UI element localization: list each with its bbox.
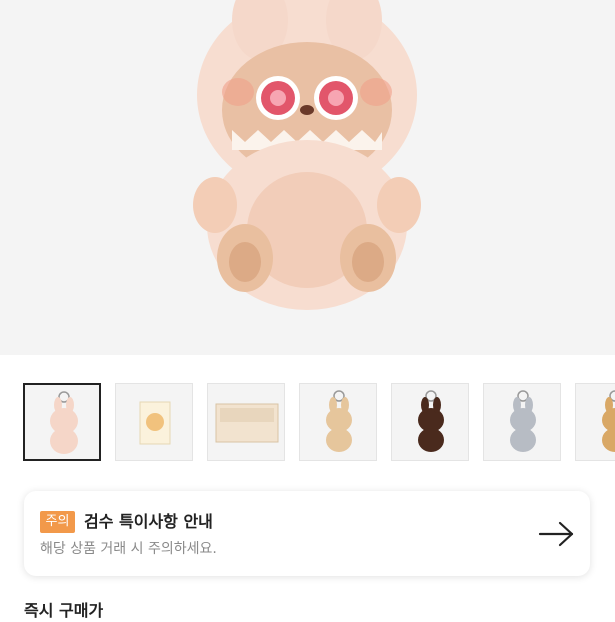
thumbnail-strip — [0, 383, 615, 465]
thumbnail-2[interactable] — [115, 383, 193, 461]
thumbnail-7[interactable] — [575, 383, 615, 461]
brown-plush-keychain-icon — [418, 390, 444, 452]
display-box-set-icon — [215, 403, 279, 443]
blind-box-package-icon — [139, 401, 171, 445]
product-main-image[interactable] — [0, 0, 615, 355]
notice-title: 검수 특이사항 안내 — [84, 512, 213, 531]
thumbnail-6[interactable] — [483, 383, 561, 461]
notice-subtitle: 해당 상품 거래 시 주의하세요. — [40, 541, 217, 557]
beige-plush-keychain-icon — [326, 390, 352, 452]
inspection-notice-card[interactable]: 주의 검수 특이사항 안내 해당 상품 거래 시 주의하세요. — [24, 491, 590, 576]
gray-plush-keychain-icon — [510, 390, 536, 452]
thumbnail-1[interactable] — [23, 383, 101, 461]
arrow-right-icon[interactable] — [538, 519, 576, 549]
thumbnail-5[interactable] — [391, 383, 469, 461]
thumbnail-3[interactable] — [207, 383, 285, 461]
plush-figure-illustration — [193, 0, 421, 310]
caution-badge: 주의 — [40, 511, 75, 533]
instant-buy-price-label: 즉시 구매가 — [24, 601, 104, 620]
tan-plush-keychain-icon — [602, 390, 615, 452]
thumbnail-4[interactable] — [299, 383, 377, 461]
pink-plush-keychain-icon — [50, 391, 78, 454]
